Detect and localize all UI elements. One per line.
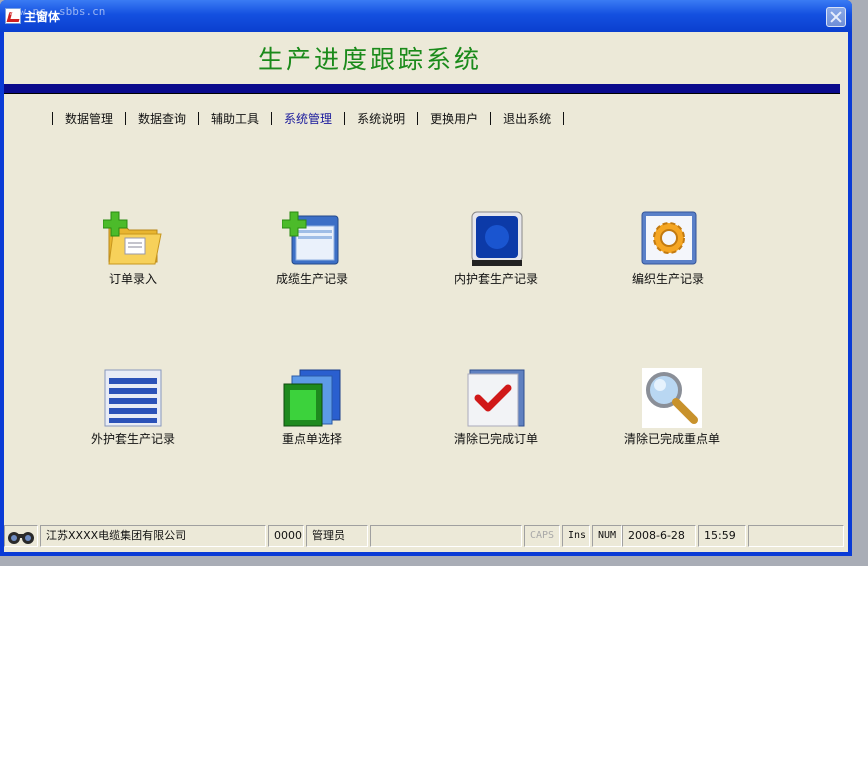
status-date: 2008-6-28 [622,525,696,547]
tile-label: 清除已完成订单 [453,432,538,446]
tile-key-order-select[interactable]: 重点单选择 [242,368,382,447]
client-area: 生产进度跟踪系统 数据管理 数据查询 辅助工具 系统管理 系统说明 更换用户 退… [4,32,848,552]
checkmark-icon [466,368,526,428]
tile-label: 内护套生产记录 [453,272,538,286]
status-empty [370,525,522,547]
menu-item-exit[interactable]: 退出系统 [503,110,551,127]
status-user-role: 管理员 [306,525,368,547]
tile-order-entry[interactable]: 订单录入 [63,208,203,287]
tile-label: 编织生产记录 [631,272,704,286]
menu-separator [125,112,127,125]
tile-clear-completed-key-orders[interactable]: 清除已完成重点单 [602,368,742,447]
binoculars-icon [4,525,38,547]
tile-label: 重点单选择 [281,432,342,446]
status-company: 江苏XXXX电缆集团有限公司 [40,525,266,547]
menu-item-system-help[interactable]: 系统说明 [357,110,405,127]
tile-braiding-production[interactable]: 编织生产记录 [598,208,738,287]
menu-item-data-management[interactable]: 数据管理 [65,110,113,127]
menu-separator [344,112,346,125]
gear-icon [638,208,698,268]
app-title: 生产进度跟踪系统 [257,45,482,74]
tile-label: 清除已完成重点单 [623,432,720,446]
tile-outer-sheath-production[interactable]: 外护套生产记录 [63,368,203,447]
menu-item-data-query[interactable]: 数据查询 [138,110,186,127]
header-divider [4,84,840,94]
main-window: 主窗体 www.pc..sbbs.cn 生产进度跟踪系统 数据管理 数据查询 辅… [0,0,852,556]
status-num: NUM [592,525,622,547]
magnifier-icon [642,368,702,428]
main-menu: 数据管理 数据查询 辅助工具 系统管理 系统说明 更换用户 退出系统 [40,110,576,127]
status-bar: 江苏XXXX电缆集团有限公司 0000 管理员 CAPS Ins NUM 200… [4,524,848,550]
menu-item-system-management[interactable]: 系统管理 [284,110,332,127]
status-ins: Ins [562,525,590,547]
list-document-icon [103,368,163,428]
folder-add-icon [102,208,163,268]
status-time: 15:59 [698,525,746,547]
status-user-code: 0000 [268,525,304,547]
tile-label: 外护套生产记录 [90,432,175,446]
title-bar[interactable]: 主窗体 www.pc..sbbs.cn [0,0,852,32]
tile-inner-sheath-production[interactable]: 内护套生产记录 [426,208,566,287]
menu-separator [417,112,419,125]
tile-clear-completed-orders[interactable]: 清除已完成订单 [426,368,566,447]
tile-cable-production[interactable]: 成缆生产记录 [242,208,382,287]
menu-separator [563,112,565,125]
menu-separator [52,112,53,125]
tile-label: 成缆生产记录 [275,272,348,286]
monitor-blue-icon [466,208,526,268]
status-caps: CAPS [524,525,560,547]
window-add-icon [281,208,342,268]
menu-separator [198,112,200,125]
picture-stack-icon [282,368,342,428]
close-button[interactable] [826,7,846,27]
tile-label: 订单录入 [108,272,157,286]
status-extra [748,525,844,547]
menu-item-tools[interactable]: 辅助工具 [211,110,259,127]
menu-item-switch-user[interactable]: 更换用户 [430,110,478,127]
menu-separator [271,112,273,125]
watermark: www.pc..sbbs.cn [6,5,106,18]
menu-separator [490,112,492,125]
